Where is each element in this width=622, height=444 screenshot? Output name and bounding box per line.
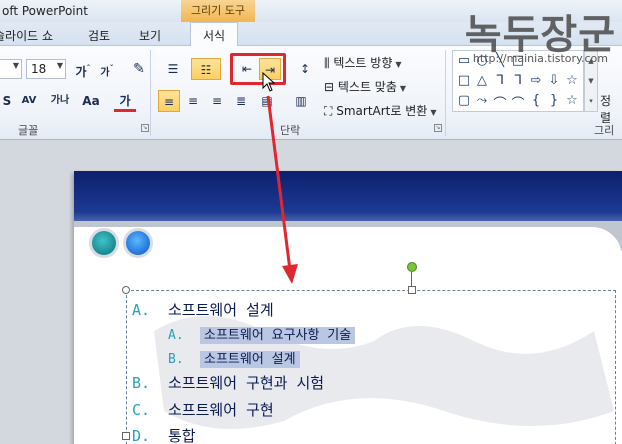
arc-icon[interactable]: ⌒ [509,93,527,112]
list-item[interactable]: A. 소프트웨어 설계 [132,299,274,320]
grow-font-button[interactable]: 가ˆ [72,58,94,80]
slide[interactable]: A. 소프트웨어 설계 A. 소프트웨어 요구사항 기술 B. 소프트웨어 설계 B.… [74,171,622,444]
numbering-icon[interactable]: ☷ [191,58,221,80]
font-color-button[interactable]: 가 [114,90,136,112]
change-case-button[interactable]: Aa [78,90,104,112]
group-label-paragraph: 단락 [280,124,301,137]
callout-icon[interactable]: ▢ [455,93,473,108]
font-size-combo[interactable]: 18 ▼ [26,59,66,79]
dialog-launcher-icon[interactable]: ↘ [434,124,442,132]
align-left-icon[interactable]: ≡ [158,90,180,112]
align-text-button[interactable]: ⊟ 텍스트 맞춤 ▼ [324,78,406,95]
dialog-launcher-icon[interactable]: ↘ [141,124,149,132]
font-size-value: 18 [31,62,47,76]
shadow-button[interactable]: S [0,90,18,112]
slide-editing-area: A. 소프트웨어 설계 A. 소프트웨어 요구사항 기술 B. 소프트웨어 설계 B.… [0,140,622,444]
clear-format-icon[interactable]: ✎ [128,58,150,80]
chevron-down-icon: ▼ [56,61,63,70]
square-icon[interactable]: □ [455,73,473,88]
annotation-highlight-box [230,53,286,85]
align-text-icon: ⊟ [324,80,338,94]
char-spacing-button[interactable]: AV [18,90,40,112]
rotation-handle[interactable] [407,262,417,272]
list-item[interactable]: A. 소프트웨어 요구사항 기술 [168,324,356,344]
arrow-right-icon[interactable]: ⇨ [527,73,545,88]
tab-slideshow[interactable]: 슬라이드 쇼 [0,27,53,44]
curve-icon[interactable]: ⌒ [491,93,509,112]
tab-view[interactable]: 보기 [139,27,161,44]
freeform-icon[interactable]: ⤳ [473,93,491,108]
tab-review[interactable]: 검토 [88,27,110,44]
slide-decorative-curve [74,227,622,257]
arrange-button[interactable]: 정렬 [600,92,622,126]
hangul-hanja-button[interactable]: 가나 [46,90,74,112]
group-separator [445,50,446,136]
list-item[interactable]: B. 소프트웨어 설계 [168,348,300,368]
chevron-down-icon: ▼ [12,61,19,70]
decorative-circle-teal [89,228,119,258]
font-name-combo[interactable]: ▼ [0,59,22,79]
mouse-cursor-icon [262,72,276,92]
context-tab-drawing-tools[interactable]: 그리기 도구 [181,0,255,22]
tab-format[interactable]: 서식 [190,22,239,47]
brace-right-icon[interactable]: } [545,93,563,108]
arrow-down-icon[interactable]: ⇩ [545,73,563,88]
align-right-icon[interactable]: ≡ [206,90,228,112]
star-icon[interactable]: ☆ [563,93,581,108]
watermark-url: http://mainia.tistory.com [472,52,608,65]
group-separator [150,50,151,136]
elbow-connector-icon[interactable]: ᒣ [509,73,527,88]
text-direction-icon: ⫼ [324,56,334,70]
app-title: oft PowerPoint [2,4,88,18]
smartart-icon: ⛶ [324,104,337,118]
columns-icon[interactable]: ▥ [290,90,312,112]
distribute-icon[interactable]: ▤ [256,90,278,112]
decorative-circle-blue [123,228,153,258]
triangle-icon[interactable]: △ [473,73,491,88]
justify-icon[interactable]: ≣ [230,90,252,112]
align-center-icon[interactable]: ≡ [182,90,204,112]
resize-handle[interactable] [408,286,416,294]
text-direction-button[interactable]: ⫼ 텍스트 방향 ▼ [324,54,402,71]
list-item[interactable]: B. 소프트웨어 구현과 시험 [132,372,324,393]
resize-handle[interactable] [122,432,130,440]
group-label-font: 글꼴 [18,124,39,137]
elbow-connector-icon[interactable]: ᒣ [491,73,509,88]
list-item[interactable]: D. 통합 [132,425,196,444]
brace-left-icon[interactable]: { [527,93,545,108]
resize-handle[interactable] [122,286,130,294]
shrink-font-button[interactable]: 가ˇ [96,58,118,80]
bullets-icon[interactable]: ☰ [160,58,186,80]
line-spacing-icon[interactable]: ↕ [292,58,318,80]
star-icon[interactable]: ☆ [563,73,581,88]
smartart-convert-button[interactable]: ⛶ SmartArt로 변환 ▼ [324,102,436,119]
list-item[interactable]: C. 소프트웨어 구현 [132,399,274,420]
